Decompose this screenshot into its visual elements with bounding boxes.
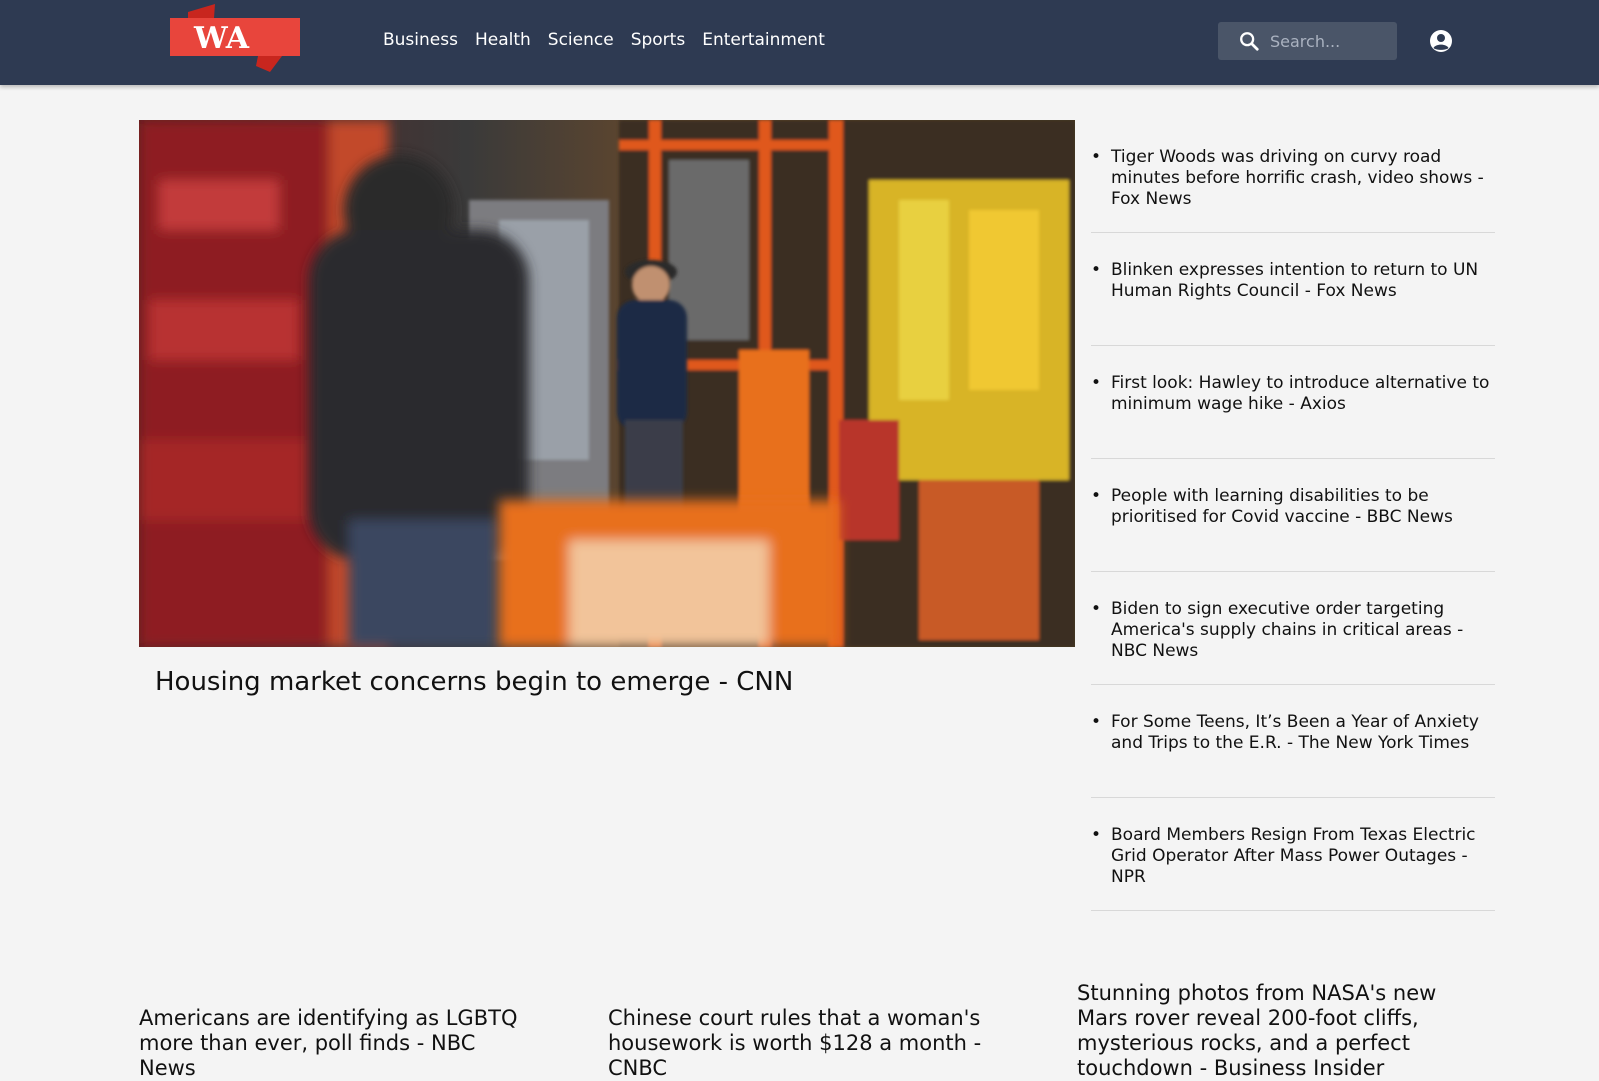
sidebar-headline-item[interactable]: For Some Teens, It’s Been a Year of Anxi… bbox=[1091, 685, 1495, 798]
nav-business[interactable]: Business bbox=[383, 28, 458, 52]
bottom-headline-1[interactable]: Americans are identifying as LGBTQ more … bbox=[139, 1006, 529, 1081]
sidebar-headline-item[interactable]: Blinken expresses intention to return to… bbox=[1091, 233, 1495, 346]
search-box[interactable] bbox=[1218, 22, 1397, 60]
sidebar-headline-item[interactable]: First look: Hawley to introduce alternat… bbox=[1091, 346, 1495, 459]
sidebar-headlines: Tiger Woods was driving on curvy road mi… bbox=[1091, 120, 1495, 911]
search-icon bbox=[1240, 32, 1259, 51]
store-aisle-photo bbox=[139, 120, 1075, 647]
hero-image[interactable] bbox=[139, 120, 1075, 647]
bottom-headline-2[interactable]: Chinese court rules that a woman's house… bbox=[608, 1006, 998, 1081]
hero-headline[interactable]: Housing market concerns begin to emerge … bbox=[155, 667, 793, 697]
bottom-headline-3[interactable]: Stunning photos from NASA's new Mars rov… bbox=[1077, 981, 1477, 1081]
svg-text:WA: WA bbox=[193, 21, 250, 56]
sidebar-headline-item[interactable]: Tiger Woods was driving on curvy road mi… bbox=[1091, 120, 1495, 233]
top-navbar: WA Business Health Science Sports Entert… bbox=[0, 0, 1599, 85]
nav-health[interactable]: Health bbox=[475, 28, 531, 52]
sidebar-headline-item[interactable]: Board Members Resign From Texas Electric… bbox=[1091, 798, 1495, 911]
main-nav: Business Health Science Sports Entertain… bbox=[383, 28, 842, 52]
user-account-icon[interactable] bbox=[1429, 29, 1453, 53]
site-logo[interactable]: WA bbox=[170, 4, 302, 72]
nav-science[interactable]: Science bbox=[548, 28, 614, 52]
nav-entertainment[interactable]: Entertainment bbox=[702, 28, 825, 52]
search-input[interactable] bbox=[1270, 31, 1390, 51]
sidebar-headline-item[interactable]: Biden to sign executive order targeting … bbox=[1091, 572, 1495, 685]
nav-sports[interactable]: Sports bbox=[631, 28, 686, 52]
sidebar-headline-item[interactable]: People with learning disabilities to be … bbox=[1091, 459, 1495, 572]
